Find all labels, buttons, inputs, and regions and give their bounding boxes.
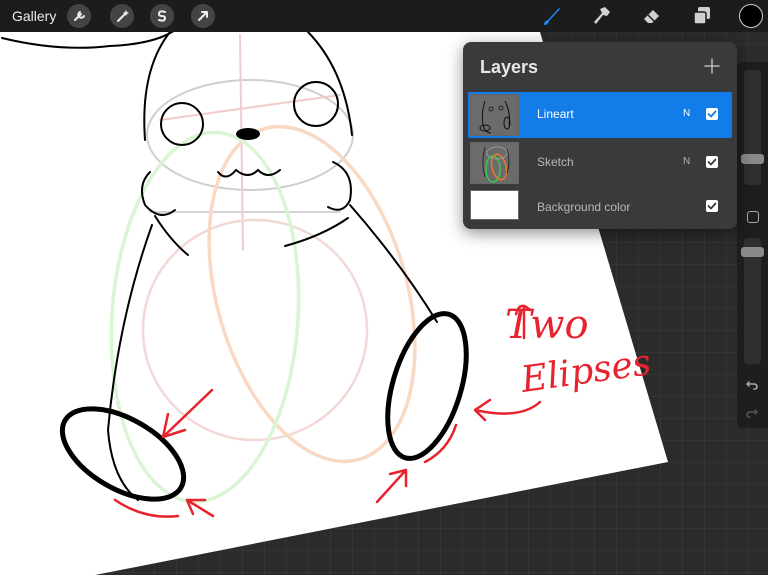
visibility-checkbox[interactable] [706, 156, 718, 168]
layer-name: Sketch [537, 155, 574, 169]
annotation-text-two: Two [505, 302, 589, 348]
redo-icon[interactable] [744, 404, 760, 420]
layer-name: Background color [537, 200, 631, 214]
layer-thumbnail [470, 190, 519, 220]
visibility-checkbox[interactable] [706, 200, 718, 212]
opacity-slider[interactable] [741, 238, 764, 364]
selection-s-icon[interactable] [150, 4, 174, 28]
opacity-thumb[interactable] [741, 247, 764, 257]
layers-icon[interactable] [690, 4, 714, 28]
color-swatch[interactable] [739, 4, 763, 28]
layer-row-lineart[interactable]: Lineart N [468, 92, 732, 138]
layer-thumbnail [470, 142, 519, 184]
blend-mode-label[interactable]: N [683, 156, 690, 167]
layers-panel: Layers Lineart N Sketch N Background col… [463, 42, 737, 229]
brush-size-thumb[interactable] [741, 154, 764, 164]
nose-mark [236, 128, 260, 140]
top-toolbar: Gallery [0, 0, 768, 32]
transform-arrow-icon[interactable] [191, 4, 215, 28]
layer-name: Lineart [537, 107, 574, 121]
right-sidebar [737, 62, 768, 428]
layer-row-sketch[interactable]: Sketch N [468, 140, 732, 186]
layer-thumbnail [470, 94, 519, 136]
wrench-icon[interactable] [67, 4, 91, 28]
layers-title: Layers [480, 57, 539, 77]
modify-square-icon[interactable] [747, 211, 759, 223]
brush-size-slider[interactable] [741, 70, 764, 185]
layer-row-background-color[interactable]: Background color [468, 184, 732, 224]
brush-icon[interactable] [540, 4, 564, 28]
blend-mode-label[interactable]: N [683, 108, 690, 119]
eraser-icon[interactable] [640, 4, 664, 28]
magic-wand-icon[interactable] [110, 4, 134, 28]
smudge-icon[interactable] [590, 4, 614, 28]
visibility-checkbox[interactable] [706, 108, 718, 120]
plus-icon[interactable] [702, 56, 722, 76]
gallery-button[interactable]: Gallery [12, 8, 56, 24]
undo-icon[interactable] [744, 376, 760, 392]
